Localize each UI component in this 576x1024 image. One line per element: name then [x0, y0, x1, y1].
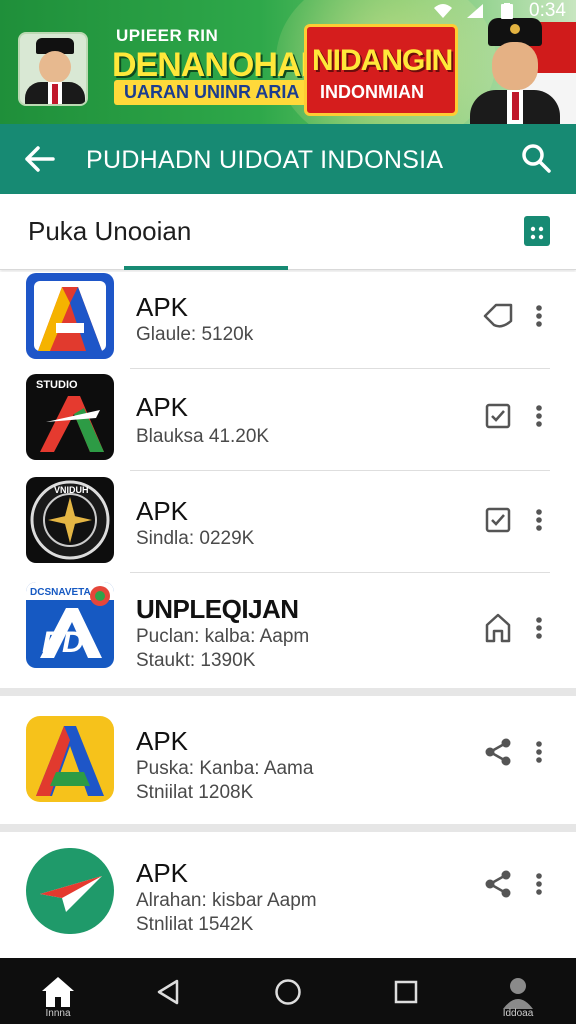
share-button[interactable]: [480, 734, 516, 770]
search-button[interactable]: [518, 140, 554, 176]
list-item[interactable]: APK Puska: Kanba: Aama Stniilat 1208K: [0, 696, 576, 824]
battery-icon: [501, 3, 514, 19]
nav-back-button[interactable]: [148, 972, 188, 1012]
more-button[interactable]: [526, 734, 552, 770]
app-meta: Puclan: kalba: Aapm: [136, 626, 310, 647]
app-name: APK: [136, 292, 189, 322]
app-name: UNPLEQIJAN: [136, 594, 299, 624]
banner-red-subtitle: INDONMIAN: [320, 82, 424, 102]
home-button[interactable]: [480, 610, 516, 646]
app-meta: Sindla: 0229K: [136, 528, 255, 549]
app-icon-text: VNIDUH: [54, 485, 89, 495]
promo-banner[interactable]: 0:34 UPIEER RIN DENANOHAN UARAN UNINR AR…: [0, 0, 576, 124]
nav-profile-button[interactable]: [498, 972, 538, 1012]
app-icon-pd: DCSNAVETA PD: [26, 582, 114, 668]
list-item[interactable]: VNIDUH APK Sindla: 0229K: [0, 472, 576, 572]
app-name: APK: [136, 496, 189, 526]
page-title: PUDHADN UIDOAT INDONSIA: [86, 146, 444, 174]
status-time: 0:34: [529, 0, 566, 21]
wifi-icon: [434, 4, 453, 18]
section-header: Puka Unooian: [0, 194, 576, 270]
home-icon: [42, 977, 74, 1007]
app-icon-text: DCSNAVETA: [30, 587, 91, 598]
nav-home-button[interactable]: [38, 972, 78, 1012]
app-name: APK: [136, 392, 189, 422]
section-title: Puka Unooian: [28, 216, 192, 246]
app-bar: PUDHADN UIDOAT INDONSIA: [0, 124, 576, 194]
app-icon-a-blue: [26, 273, 114, 359]
checkbox-icon: [485, 403, 511, 429]
more-vert-icon: [536, 741, 542, 763]
profile-icon: [503, 978, 533, 1009]
bookmark-icon[interactable]: [524, 216, 550, 248]
app-meta-secondary: Stniilat 1208K: [136, 782, 254, 803]
app-icon-a-yellow: [26, 716, 114, 802]
more-button[interactable]: [526, 502, 552, 538]
banner-subtitle: UARAN UNINR ARIA: [114, 80, 310, 105]
list-item[interactable]: APK Glaule: 5120k: [0, 272, 576, 368]
more-button[interactable]: [526, 610, 552, 646]
banner-small-text: UPIEER RIN: [116, 26, 219, 45]
tag-button[interactable]: [480, 298, 516, 334]
more-vert-icon: [536, 617, 542, 639]
circle-home-icon: [275, 979, 301, 1005]
share-button[interactable]: [480, 866, 516, 902]
section-divider: [0, 688, 576, 696]
nav-home-label: Innna: [45, 1008, 71, 1019]
app-meta: Alrahan: kisbar Aapm: [136, 890, 317, 911]
share-icon: [485, 870, 511, 898]
nav-profile-label: Iddoaa: [502, 1008, 534, 1019]
app-icon-a-studio: STUDIO: [26, 374, 114, 460]
more-vert-icon: [536, 405, 542, 427]
app-icon-compass-badge: VNIDUH: [26, 477, 114, 563]
list-item[interactable]: DCSNAVETA PD UNPLEQIJAN Puclan: kalba: Aa…: [0, 574, 576, 686]
banner-portrait-left: [18, 32, 88, 106]
back-button[interactable]: [22, 141, 58, 177]
app-meta-secondary: Staukt: 1390K: [136, 650, 256, 671]
checkbox-button[interactable]: [480, 398, 516, 434]
more-vert-icon: [536, 509, 542, 531]
app-screen: 0:34 UPIEER RIN DENANOHAN UARAN UNINR AR…: [0, 0, 576, 1024]
app-name: APK: [136, 858, 189, 888]
tag-icon: [483, 303, 513, 328]
divider: [130, 368, 550, 369]
nav-recents-button[interactable]: [386, 972, 426, 1012]
tab-indicator: [124, 266, 288, 270]
app-meta: Glaule: 5120k: [136, 324, 254, 345]
more-vert-icon: [536, 873, 542, 895]
app-meta: Puska: Kanba: Aama: [136, 758, 314, 779]
divider: [130, 470, 550, 471]
app-icon-text: STUDIO: [36, 379, 78, 391]
app-meta-secondary: Stnlilat 1542K: [136, 914, 254, 935]
signal-icon: [467, 4, 484, 18]
arrow-left-icon: [25, 146, 55, 172]
checkbox-icon: [485, 507, 511, 533]
app-name: APK: [136, 726, 189, 756]
more-button[interactable]: [526, 398, 552, 434]
share-icon: [485, 738, 511, 766]
section-divider: [0, 824, 576, 832]
list-item[interactable]: APK Alrahan: kisbar Aapm Stnlilat 1542K: [0, 832, 576, 958]
divider: [130, 572, 550, 573]
more-vert-icon: [536, 305, 542, 327]
banner-portrait-right: [470, 18, 560, 124]
list-item[interactable]: STUDIO APK Blauksa 41.20K: [0, 370, 576, 470]
app-icon-plane-green: [26, 848, 114, 934]
home-outline-icon: [485, 613, 511, 643]
search-icon: [522, 144, 551, 173]
checkbox-button[interactable]: [480, 502, 516, 538]
app-meta: Blauksa 41.20K: [136, 426, 270, 447]
status-bar: 0:34: [433, 0, 566, 22]
nav-home-circle-button[interactable]: [268, 972, 308, 1012]
svg-text:PD: PD: [42, 626, 84, 659]
square-recents-icon: [394, 980, 418, 1004]
triangle-back-icon: [157, 979, 179, 1005]
banner-red-title: NIDANGIN: [312, 44, 453, 77]
more-button[interactable]: [526, 866, 552, 902]
more-button[interactable]: [526, 298, 552, 334]
